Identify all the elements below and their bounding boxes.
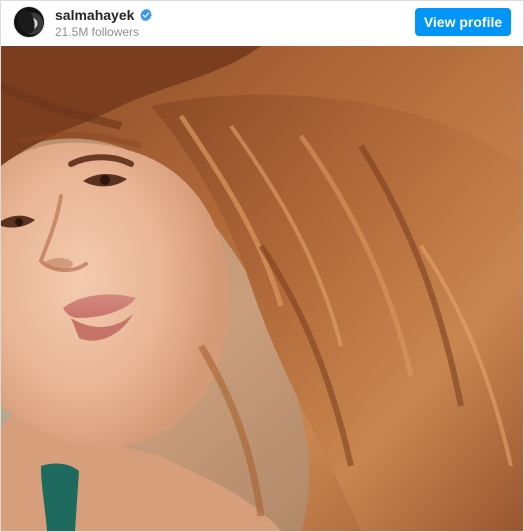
username-row: salmahayek — [55, 7, 153, 23]
post-header: salmahayek 21.5M followers View profile — [1, 1, 523, 46]
follower-count: 21.5M followers — [55, 25, 140, 39]
profile-avatar[interactable] — [13, 6, 45, 38]
instagram-embed: salmahayek 21.5M followers View profile — [0, 0, 524, 532]
user-info: salmahayek 21.5M followers — [55, 7, 153, 39]
post-photo[interactable] — [1, 46, 523, 531]
view-profile-button[interactable]: View profile — [415, 8, 511, 36]
verified-badge-icon — [139, 8, 153, 22]
username-link[interactable]: salmahayek — [55, 7, 134, 23]
